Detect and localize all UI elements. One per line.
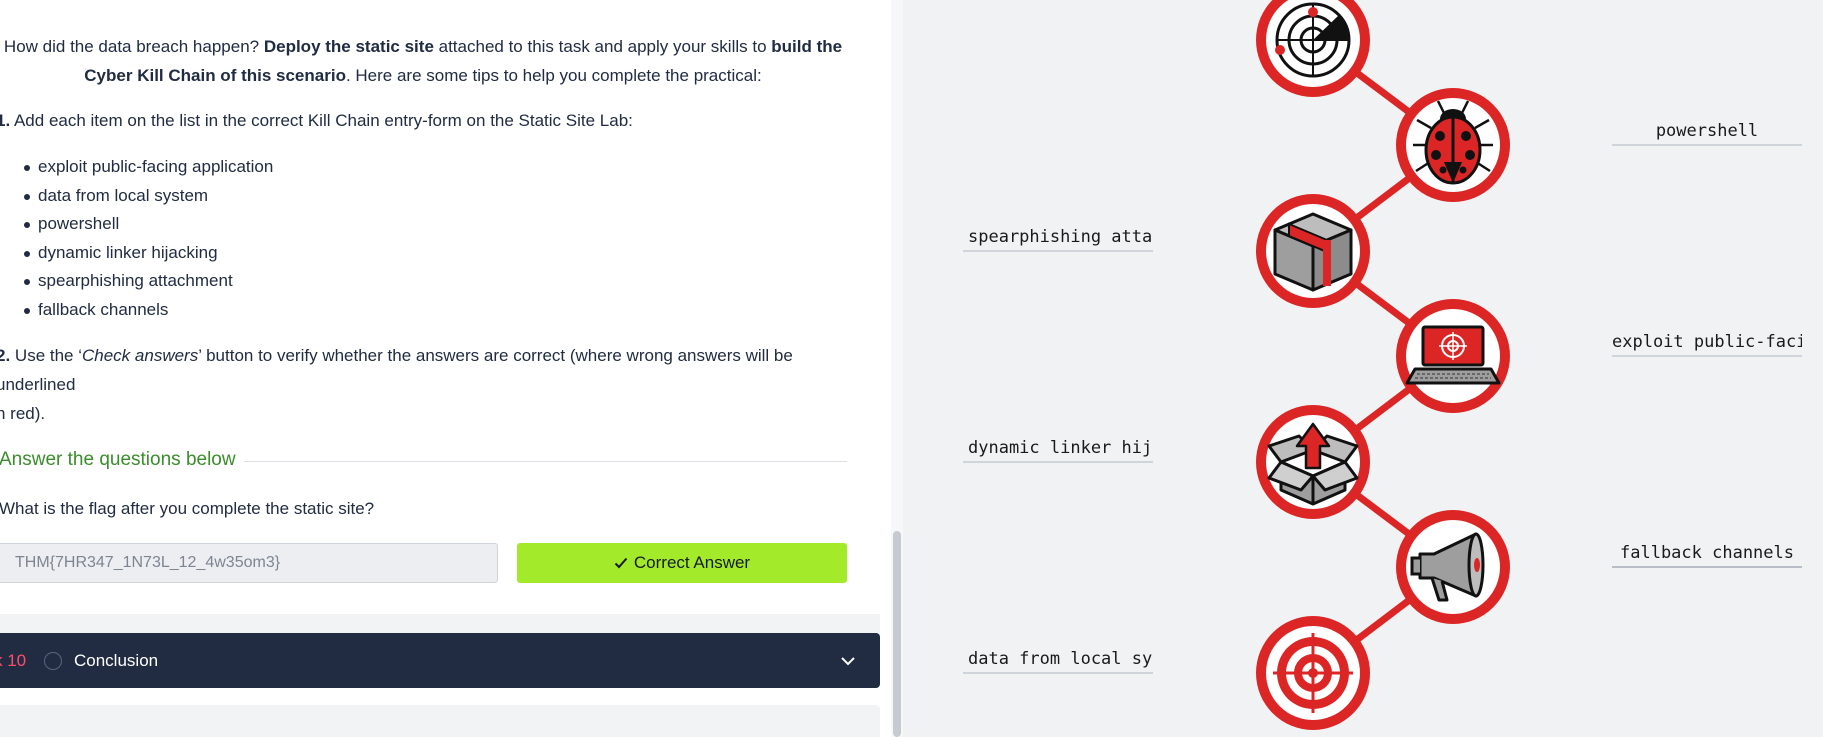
open-box-icon (1256, 405, 1370, 519)
step-1-number: 1. (0, 111, 11, 130)
intro-text: . Here are some tips to help you complet… (345, 66, 762, 85)
kill-chain-slot-spearphishing[interactable]: spearphishing attac (963, 223, 1153, 252)
intro-text: How did the data breach happen? (3, 37, 264, 56)
step-2-text: n red). (0, 404, 46, 423)
list-item: exploit public-facing application (23, 153, 273, 182)
list-item: powershell (23, 210, 273, 239)
correct-answer-label: Correct Answer (633, 553, 751, 572)
megaphone-icon (1396, 510, 1510, 624)
package-icon (1256, 194, 1370, 308)
list-item: data from local system (23, 182, 273, 211)
answer-section-title: Answer the questions below (0, 449, 236, 470)
kill-chain-slot-powershell[interactable]: powershell (1612, 117, 1802, 146)
kill-chain-slot-data-local[interactable]: data from local sys (963, 645, 1153, 674)
kill-chain-slot-exploit[interactable]: exploit public-faci (1612, 328, 1802, 357)
step-1: 1. Add each item on the list in the corr… (0, 106, 856, 135)
answer-input[interactable] (0, 543, 498, 583)
task-intro: How did the data breach happen? Deploy t… (0, 32, 846, 90)
divider (244, 461, 847, 462)
target-icon (1256, 616, 1370, 730)
chevron-down-icon[interactable] (838, 651, 858, 671)
kill-chain-slot-dynamic-linker[interactable]: dynamic linker hija (963, 434, 1153, 463)
ladybug-icon (1396, 88, 1510, 202)
question-text: What is the flag after you complete the … (0, 499, 375, 518)
step-2: 2. Use the ‘Check answers’ button to ver… (0, 341, 856, 428)
correct-answer-button[interactable]: Correct Answer (517, 543, 847, 583)
radar-icon (1256, 0, 1370, 97)
task-status-circle-icon (44, 652, 62, 670)
static-site-lab: powershell spearphishing attac exploit p… (903, 0, 1823, 737)
kill-chain-diagram (1256, 0, 1510, 730)
list-item: fallback channels (23, 296, 273, 325)
intro-bold-kill-chain: Cyber Kill Chain of this scenario (84, 66, 346, 85)
step-2-number: 2. (0, 346, 11, 365)
intro-text: attached to this task and apply your ski… (433, 37, 772, 56)
kill-chain-slot-fallback[interactable]: fallback channels (1612, 539, 1802, 568)
task-conclusion-header[interactable]: k 10 Conclusion (0, 633, 880, 688)
laptop-target-icon (1396, 299, 1510, 413)
intro-bold-build: build the (771, 37, 843, 56)
tips-list: exploit public-facing application data f… (23, 153, 273, 325)
list-item: spearphishing attachment (23, 267, 273, 296)
step-2-text: Use the ‘ (10, 346, 82, 365)
step-2-italic: Check answers (82, 346, 199, 365)
task-panel: How did the data breach happen? Deploy t… (0, 0, 893, 737)
intro-bold-deploy: Deploy the static site (263, 37, 434, 56)
next-task-card[interactable] (0, 705, 880, 737)
check-icon (614, 557, 628, 569)
scrollbar-thumb[interactable] (893, 531, 901, 737)
list-item: dynamic linker hijacking (23, 239, 273, 268)
divider (0, 614, 880, 634)
task-number: k 10 (0, 651, 27, 670)
task-title: Conclusion (74, 651, 159, 670)
step-1-text: Add each item on the list in the correct… (10, 111, 633, 130)
